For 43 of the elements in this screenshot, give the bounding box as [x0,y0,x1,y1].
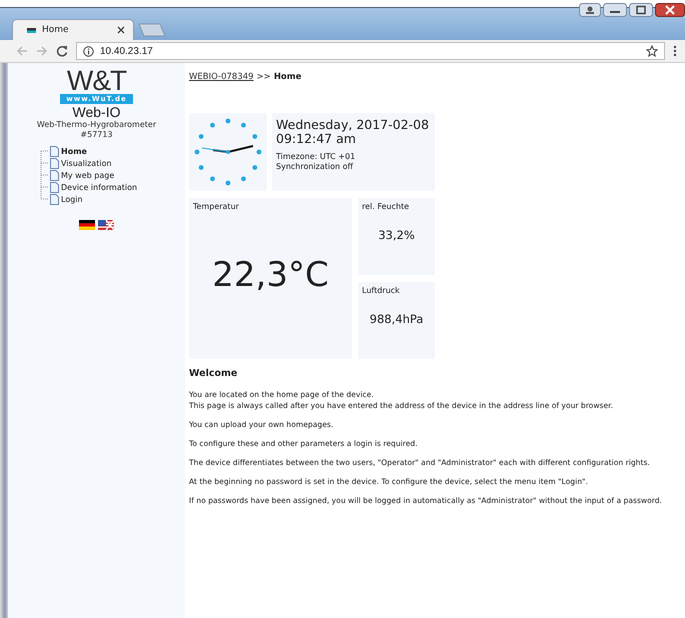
breadcrumb-current: Home [274,72,302,82]
timezone-text: Timezone: UTC +01 [276,152,356,162]
page-icon [50,182,59,192]
minimize-icon[interactable] [603,3,627,17]
english-flag-icon[interactable] [98,220,114,230]
menu-link[interactable]: Visualization [61,158,112,168]
favicon-icon [27,28,36,32]
device-name: Web-Thermo-Hygrobarometer [36,120,156,130]
close-icon[interactable] [655,3,685,17]
tab-title: Home [42,25,69,35]
breadcrumb-link[interactable]: WEBIO-078349 [189,72,254,82]
device-number: #57713 [80,130,113,140]
page-icon [50,158,59,168]
sensor-label: Luftdruck [362,286,401,295]
maximize-icon[interactable] [629,3,653,17]
page-icon [50,194,59,204]
menu-link[interactable]: Home [61,146,87,156]
menu-link[interactable]: Login [61,194,83,204]
sensor-value: 22,3°C [211,255,330,295]
section-heading: Welcome [189,368,238,379]
page-icon [50,146,59,156]
logo-text: W&T [66,68,126,94]
close-icon[interactable] [117,26,125,34]
time-text: 09:12:47 am [276,132,357,146]
german-flag-icon[interactable] [79,220,95,230]
info-icon [83,46,94,56]
date-text: Wednesday, 2017-02-08 [276,118,430,132]
menu-link[interactable]: My web page [61,170,114,180]
star-icon[interactable] [646,45,658,57]
sensor-label: Temperatur [193,202,240,211]
page-icon [50,170,59,180]
sensor-value: 988,4hPa [368,312,424,326]
browser-tab[interactable]: Home [12,19,134,40]
sync-status: Synchronization off [276,162,354,172]
product-name: Web-IO [72,104,120,120]
sensor-label: rel. Feuchte [362,202,410,211]
user-icon[interactable] [579,3,601,17]
address-field[interactable]: 10.40.23.17 [76,42,665,60]
breadcrumb-separator: >> [256,72,271,82]
reload-icon[interactable] [56,45,68,57]
menu-icon[interactable] [673,45,677,57]
menu-link[interactable]: Device information [61,182,138,192]
sensor-value: 33,2% [377,228,416,242]
